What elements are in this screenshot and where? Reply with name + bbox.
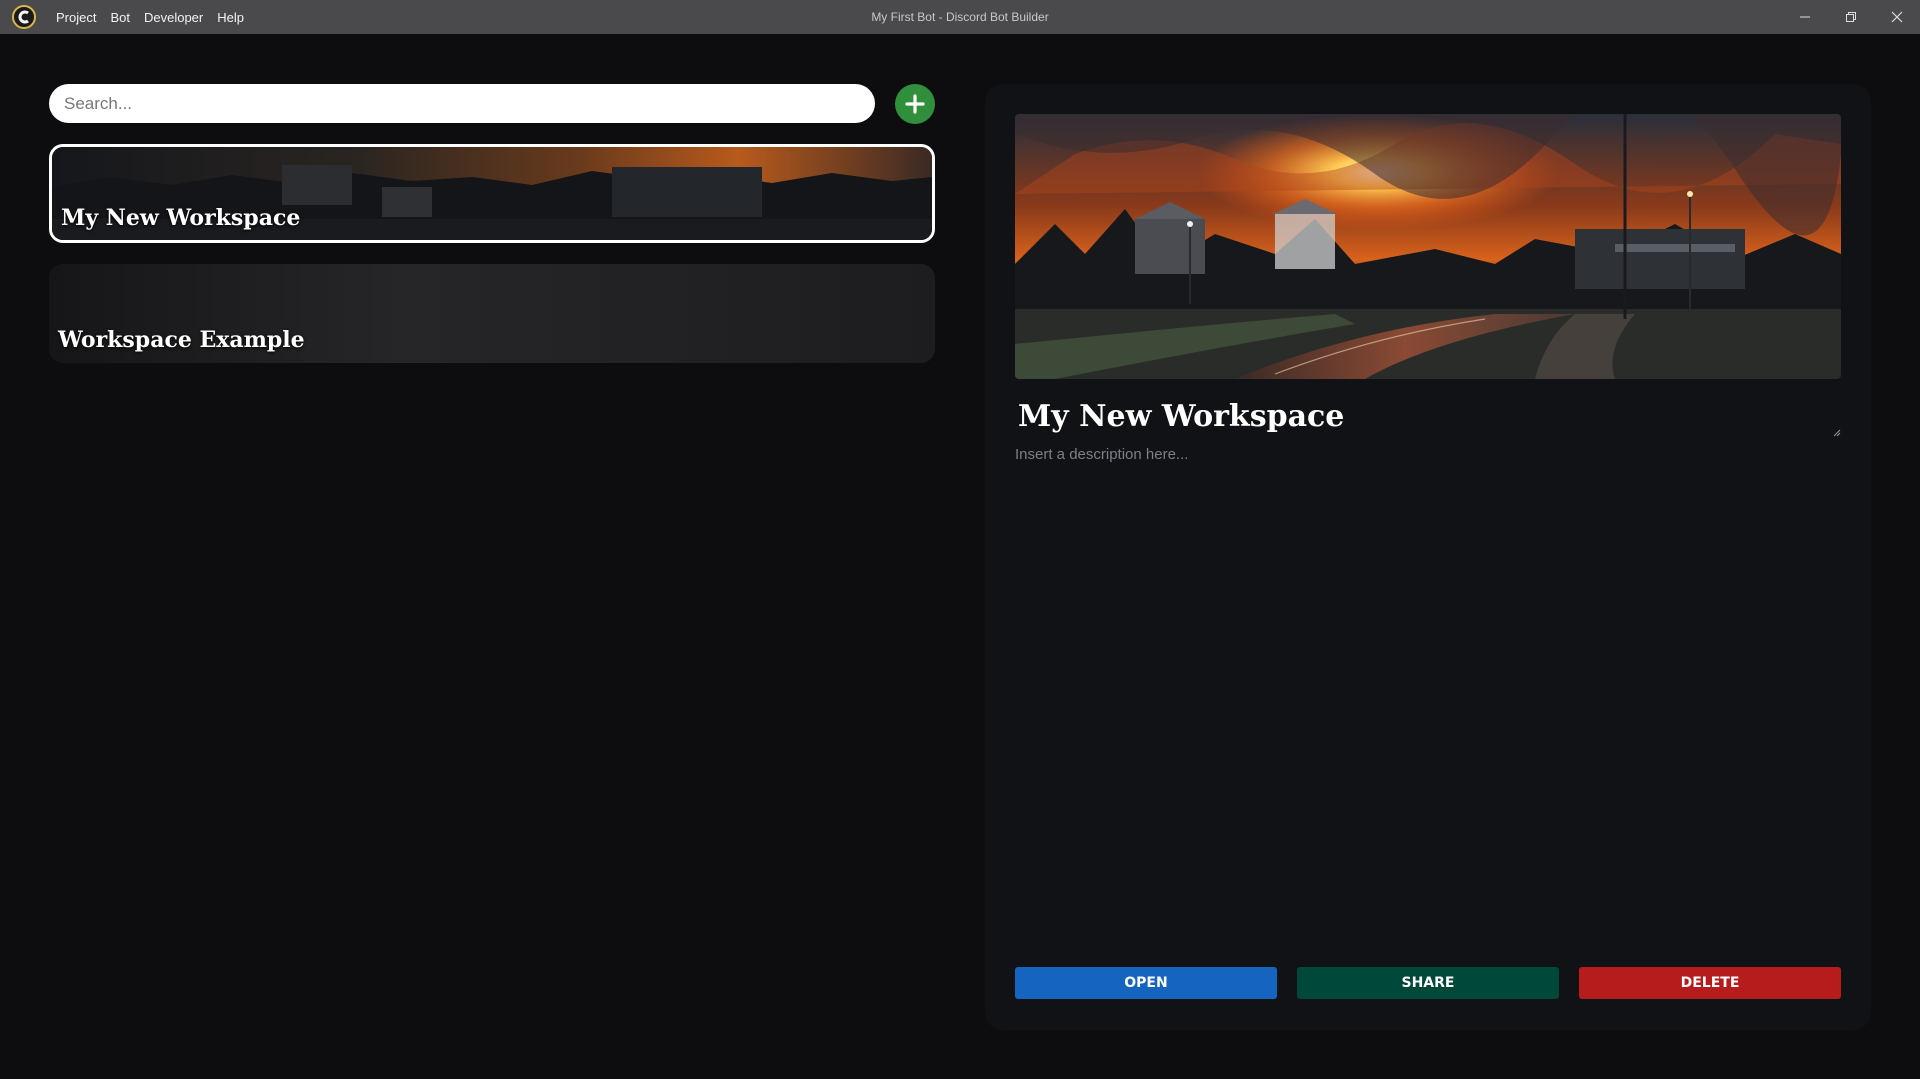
restore-button[interactable] — [1828, 0, 1874, 34]
window-title: My First Bot - Discord Bot Builder — [871, 10, 1049, 24]
open-button[interactable]: OPEN — [1015, 967, 1277, 999]
menu-help[interactable]: Help — [217, 10, 244, 25]
app-logo-icon[interactable] — [12, 5, 36, 29]
menu-developer[interactable]: Developer — [144, 10, 203, 25]
workspace-name: My New Workspace — [61, 205, 301, 231]
description-input[interactable] — [1015, 446, 1835, 470]
close-button[interactable] — [1874, 0, 1920, 34]
menu-project[interactable]: Project — [56, 10, 96, 25]
search-input[interactable] — [49, 84, 875, 123]
title-bar: Project Bot Developer Help My First Bot … — [0, 0, 1920, 34]
minimize-button[interactable] — [1782, 0, 1828, 34]
workspace-card[interactable]: My New Workspace — [49, 144, 935, 243]
plus-icon — [905, 94, 925, 114]
resize-handle-icon[interactable] — [1833, 429, 1841, 437]
workspace-detail-panel: My New Workspace OPEN SHARE DELETE — [985, 84, 1871, 1030]
menu-bot[interactable]: Bot — [110, 10, 130, 25]
workspace-banner-image — [1015, 114, 1841, 379]
workspace-card[interactable]: Workspace Example — [49, 264, 935, 363]
workspace-title[interactable]: My New Workspace — [1018, 399, 1344, 434]
workspace-name: Workspace Example — [58, 327, 305, 353]
share-button[interactable]: SHARE — [1297, 967, 1559, 999]
window-controls — [1782, 0, 1920, 34]
close-icon — [1891, 11, 1903, 23]
add-workspace-button[interactable] — [895, 84, 935, 124]
restore-icon — [1846, 12, 1856, 22]
menu-bar: Project Bot Developer Help — [56, 0, 244, 34]
delete-button[interactable]: DELETE — [1579, 967, 1841, 999]
minimize-icon — [1800, 16, 1810, 18]
